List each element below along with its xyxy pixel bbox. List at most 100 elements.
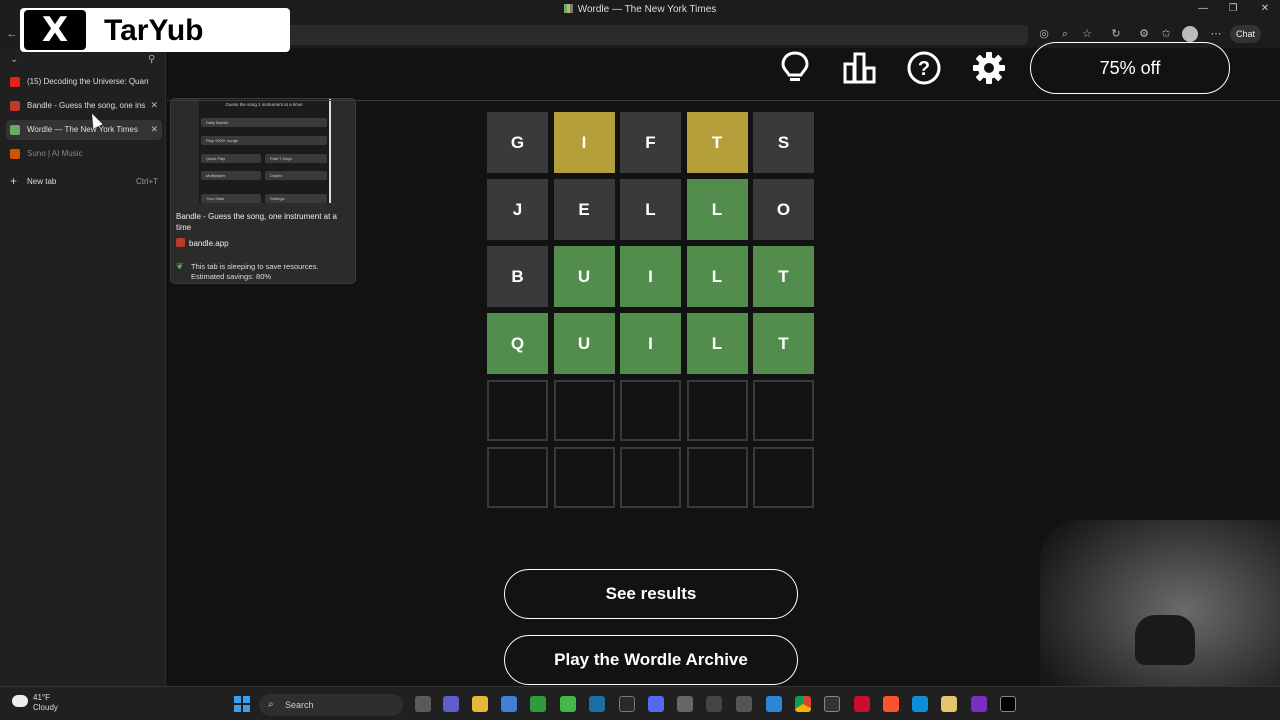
weather-widget[interactable]: 41°F Cloudy — [12, 693, 58, 713]
sidebar-tab[interactable]: Bandle - Guess the song, one ins ✕ — [6, 96, 162, 116]
board-tile: E — [553, 179, 615, 240]
board-tile: F — [620, 112, 681, 173]
board-tile: O — [753, 179, 814, 240]
hover-tab-title: Bandle - Guess the song, one instrument … — [176, 212, 337, 232]
tab-favicon-icon — [10, 101, 20, 111]
new-tab-button[interactable]: + New tab Ctrl+T — [6, 172, 162, 192]
streamer-face — [1135, 615, 1195, 665]
pin-sidebar-icon[interactable]: ⚲ — [148, 54, 155, 65]
board-tile — [553, 380, 615, 441]
board-tile: J — [487, 179, 548, 240]
tab-hover-card: Guess the song 1 instrument at a time! D… — [170, 98, 356, 284]
brave-icon[interactable] — [883, 696, 899, 712]
collapse-chevron-icon[interactable]: ⌄ — [10, 54, 18, 65]
close-tab-icon[interactable]: ✕ — [150, 124, 158, 135]
teams-icon[interactable] — [443, 696, 459, 712]
steam-icon[interactable] — [589, 696, 605, 712]
extensions-icon[interactable]: ⚙ — [1136, 26, 1152, 42]
close-tab-icon[interactable]: ✕ — [150, 100, 158, 111]
close-window-button[interactable]: ✕ — [1252, 3, 1278, 14]
windows-start-icon[interactable] — [234, 696, 250, 712]
board-tile — [753, 447, 814, 508]
channel-logo-overlay: X TarYub — [20, 8, 290, 52]
tab-preview-thumbnail: Guess the song 1 instrument at a time! D… — [199, 99, 331, 203]
help-icon[interactable]: ? — [906, 50, 942, 86]
lightbulb-icon[interactable] — [777, 50, 813, 86]
tab-favicon-icon — [10, 77, 20, 87]
photos-icon[interactable] — [766, 696, 782, 712]
refresh-extension-icon[interactable]: ↻ — [1108, 26, 1124, 42]
translate-icon[interactable]: ◎ — [1036, 26, 1052, 42]
file-explorer-icon[interactable] — [472, 696, 488, 712]
weather-temp: 41°F — [33, 693, 50, 702]
opera-icon[interactable] — [854, 696, 870, 712]
task-view-icon[interactable] — [415, 696, 431, 712]
board-tile: L — [686, 313, 748, 374]
board-tile — [620, 380, 681, 441]
board-tile: I — [553, 112, 615, 173]
tab-label: Suno | AI Music — [27, 149, 83, 158]
tab-favicon-icon — [10, 149, 20, 159]
chrome-icon[interactable] — [795, 696, 811, 712]
favorite-star-icon[interactable]: ☆ — [1079, 26, 1095, 42]
discord-icon[interactable] — [648, 696, 664, 712]
taskbar-search[interactable]: ⌕ Search — [259, 694, 403, 716]
weather-condition: Cloudy — [33, 703, 58, 712]
minimize-button[interactable]: — — [1190, 3, 1216, 14]
stats-icon[interactable] — [842, 50, 878, 86]
leaf-icon: ❦ — [176, 261, 184, 271]
sidebar-tab[interactable]: Wordle — The New York Times ✕ — [6, 120, 162, 140]
notes-icon[interactable] — [941, 696, 957, 712]
board-tile: T — [753, 246, 814, 307]
board-tile: T — [753, 313, 814, 374]
profile-avatar[interactable] — [1182, 26, 1198, 42]
4k-app-icon[interactable] — [824, 696, 840, 712]
app-icon[interactable] — [677, 696, 693, 712]
thumb-row: Your Stats — [201, 194, 261, 203]
windows-taskbar: 41°F Cloudy ⌕ Search — [0, 686, 1280, 720]
x-logo-icon: X — [24, 10, 86, 50]
sidebar-tab[interactable]: Suno | AI Music — [6, 144, 162, 164]
epic-games-icon[interactable] — [619, 696, 635, 712]
x-app-icon[interactable] — [1000, 696, 1016, 712]
thumb-row: Multiplayer — [201, 171, 261, 180]
hover-tab-domain: bandle.app — [176, 238, 229, 248]
play-archive-button[interactable]: Play the Wordle Archive — [504, 635, 798, 685]
obs-icon[interactable] — [971, 696, 987, 712]
tab-label: Bandle - Guess the song, one ins — [27, 101, 146, 110]
board-tile: U — [553, 246, 615, 307]
sleeping-tab-notice: ❦ This tab is sleeping to save resources.… — [176, 261, 319, 281]
back-arrow-icon[interactable]: ← — [4, 26, 20, 42]
store-icon[interactable] — [501, 696, 517, 712]
thumb-heading: Guess the song 1 instrument at a time! — [225, 102, 303, 107]
board-tile: G — [487, 112, 548, 173]
tab-favicon-icon — [10, 125, 20, 135]
more-menu-icon[interactable]: ⋯ — [1208, 26, 1224, 42]
settings-icon[interactable] — [971, 50, 1007, 86]
copilot-chat-button[interactable]: Chat — [1230, 25, 1262, 43]
thumb-row: Quick Play — [201, 154, 261, 163]
xbox-icon[interactable] — [530, 696, 546, 712]
sidebar-tab[interactable]: (15) Decoding the Universe: Quantum — [6, 72, 162, 92]
board-tile: I — [620, 313, 681, 374]
collections-icon[interactable]: ✩ — [1158, 26, 1174, 42]
plus-icon: + — [10, 174, 18, 188]
bandle-favicon-icon — [176, 238, 185, 247]
edge-icon[interactable] — [912, 696, 928, 712]
board-tile: L — [686, 246, 748, 307]
xbox-bar-icon[interactable] — [706, 696, 722, 712]
restore-button[interactable]: ❐ — [1220, 3, 1246, 14]
thumb-row: Play 1000+ songs — [201, 136, 327, 145]
board-tile — [487, 380, 548, 441]
board-tile — [620, 447, 681, 508]
see-results-button[interactable]: See results — [504, 569, 798, 619]
spreadsheet-icon[interactable] — [560, 696, 576, 712]
promo-button[interactable]: 75% off — [1030, 42, 1230, 94]
board-tile: I — [620, 246, 681, 307]
board-tile: T — [686, 112, 748, 173]
new-tab-shortcut: Ctrl+T — [136, 177, 158, 186]
zoom-icon[interactable]: ⌕ — [1057, 26, 1073, 42]
settings-app-icon[interactable] — [736, 696, 752, 712]
wordle-favicon-icon — [563, 4, 573, 13]
board-tile: Q — [487, 313, 548, 374]
